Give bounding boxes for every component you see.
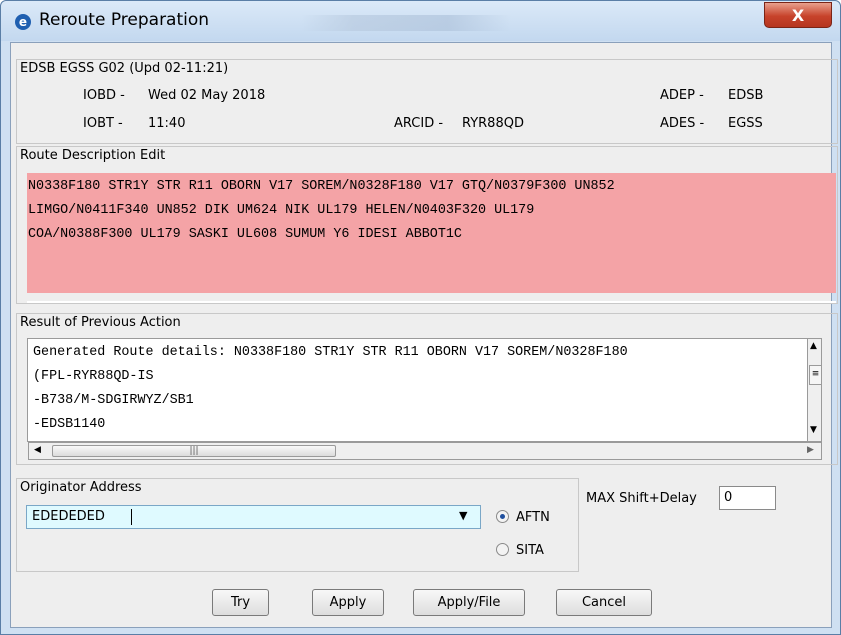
- originator-combobox[interactable]: EDEDEDED ▼: [26, 505, 481, 529]
- cancel-button[interactable]: Cancel: [556, 589, 652, 616]
- route-edit-textarea[interactable]: N0338F180 STR1Y STR R11 OBORN V17 SOREM/…: [27, 173, 836, 293]
- route-line: LIMGO/N0411F340 UN852 DIK UM624 NIK UL17…: [28, 203, 535, 218]
- iobt-value: 11:40: [148, 116, 186, 131]
- iobt-label: IOBT -: [83, 116, 123, 131]
- sita-radio[interactable]: [496, 543, 509, 556]
- scroll-up-icon[interactable]: ▲: [810, 341, 817, 351]
- arcid-label: ARCID -: [394, 116, 444, 131]
- max-shift-label: MAX Shift+Delay: [586, 491, 697, 506]
- arcid-value: RYR88QD: [462, 116, 524, 131]
- iobd-value: Wed 02 May 2018: [148, 88, 266, 103]
- flight-info-title: EDSB EGSS G02 (Upd 02-11:21): [20, 61, 229, 76]
- horizontal-scroll-thumb[interactable]: |||: [52, 445, 336, 457]
- max-shift-input[interactable]: 0: [719, 486, 776, 510]
- window-title: Reroute Preparation: [39, 10, 210, 30]
- ades-label: ADES -: [660, 116, 705, 131]
- scroll-down-icon[interactable]: ▼: [810, 425, 817, 435]
- route-edit-bottom-edge: [27, 301, 836, 303]
- result-line: -B738/M-SDGIRWYZ/SB1: [33, 393, 194, 408]
- title-bar[interactable]: e Reroute Preparation X: [1, 1, 840, 41]
- result-line: -EDSB1140: [33, 417, 106, 432]
- apply-button[interactable]: Apply: [312, 589, 384, 616]
- result-line: Generated Route details: N0338F180 STR1Y…: [33, 345, 628, 360]
- result-vertical-scrollbar[interactable]: ▲ ≡ ▼: [807, 338, 822, 442]
- aftn-radio[interactable]: [496, 510, 509, 523]
- text-caret: [131, 509, 132, 525]
- apply-file-button[interactable]: Apply/File: [413, 589, 525, 616]
- chevron-down-icon[interactable]: ▼: [459, 509, 467, 522]
- scroll-thumb-grip-icon[interactable]: ≡: [809, 365, 822, 385]
- scroll-left-icon[interactable]: ◀: [34, 445, 41, 455]
- sita-label[interactable]: SITA: [516, 543, 544, 558]
- route-line: COA/N0388F300 UL179 SASKI UL608 SUMUM Y6…: [28, 227, 462, 242]
- originator-title: Originator Address: [20, 480, 142, 495]
- adep-label: ADEP -: [660, 88, 704, 103]
- aftn-label[interactable]: AFTN: [516, 510, 550, 525]
- result-title: Result of Previous Action: [20, 315, 181, 330]
- try-button[interactable]: Try: [212, 589, 269, 616]
- ades-value: EGSS: [728, 116, 763, 131]
- route-line: N0338F180 STR1Y STR R11 OBORN V17 SOREM/…: [28, 179, 615, 194]
- result-horizontal-scrollbar[interactable]: ◀ ||| ▶: [28, 442, 822, 460]
- scroll-right-icon[interactable]: ▶: [807, 445, 814, 455]
- result-textarea[interactable]: Generated Route details: N0338F180 STR1Y…: [27, 338, 822, 442]
- route-edit-title: Route Description Edit: [20, 148, 166, 163]
- radio-selected-dot: [500, 514, 505, 519]
- adep-value: EDSB: [728, 88, 764, 103]
- title-bar-blur: [301, 15, 511, 31]
- reroute-window: e Reroute Preparation X EDSB EGSS G02 (U…: [0, 0, 841, 635]
- app-icon: e: [15, 14, 31, 30]
- iobd-label: IOBD -: [83, 88, 125, 103]
- result-line: (FPL-RYR88QD-IS: [33, 369, 154, 384]
- close-button[interactable]: X: [764, 2, 832, 28]
- originator-value: EDEDEDED: [32, 509, 105, 524]
